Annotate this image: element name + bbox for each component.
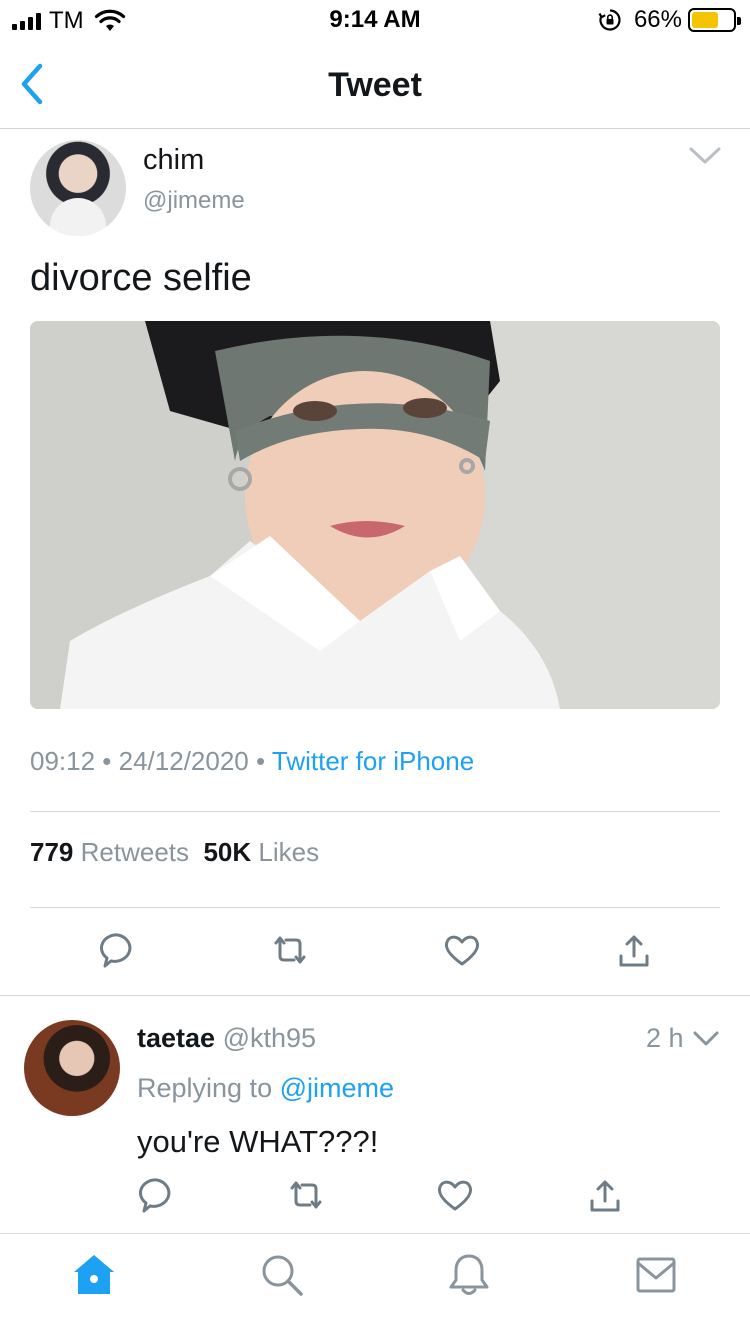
notifications-icon[interactable] xyxy=(446,1252,492,1298)
tweet-photo[interactable] xyxy=(30,321,720,709)
tweet-stats: 779 Retweets 50K Likes xyxy=(30,837,319,868)
photo-illustration xyxy=(30,321,720,709)
tweet-meta: 09:12 • 24/12/2020 • Twitter for iPhone xyxy=(30,746,474,777)
replying-prefix: Replying to xyxy=(137,1073,280,1103)
battery-fill xyxy=(692,12,719,28)
tweet-text: divorce selfie xyxy=(30,257,252,299)
reply-author-name[interactable]: taetae xyxy=(137,1023,215,1053)
tweet-time: 09:12 xyxy=(30,746,96,776)
reply-text: you're WHAT???! xyxy=(137,1124,379,1159)
battery-percent: 66% xyxy=(633,6,682,33)
author-handle[interactable]: @jimeme xyxy=(143,187,245,215)
tab-bar xyxy=(0,1233,750,1334)
nav-header: Tweet xyxy=(0,40,750,129)
replying-mention-link[interactable]: @jimeme xyxy=(280,1073,394,1103)
home-icon[interactable] xyxy=(71,1252,117,1298)
page-title: Tweet xyxy=(328,66,422,104)
search-icon[interactable] xyxy=(259,1252,305,1298)
battery-icon xyxy=(688,8,741,32)
messages-icon[interactable] xyxy=(633,1252,679,1298)
battery-cap xyxy=(737,17,741,25)
retweet-icon[interactable] xyxy=(286,1175,326,1215)
likes-label[interactable]: Likes xyxy=(258,837,319,867)
status-right: 66% xyxy=(598,6,741,34)
share-icon[interactable] xyxy=(614,932,654,972)
replying-to: Replying to @jimeme xyxy=(137,1073,394,1104)
tweet-client-link[interactable]: Twitter for iPhone xyxy=(272,746,474,776)
retweets-count[interactable]: 779 xyxy=(30,837,73,867)
chevron-down-icon[interactable] xyxy=(692,1030,720,1048)
meta-separator: • xyxy=(248,746,272,776)
likes-count[interactable]: 50K xyxy=(203,837,251,867)
chevron-down-icon[interactable] xyxy=(688,145,722,167)
like-icon[interactable] xyxy=(442,930,482,970)
reply-header: taetae @kth95 xyxy=(137,1023,316,1054)
divider xyxy=(30,907,720,908)
author-name[interactable]: chim xyxy=(143,144,204,177)
reply-time: 2 h xyxy=(646,1023,684,1053)
divider xyxy=(30,811,720,812)
divider xyxy=(0,995,750,996)
rotation-lock-icon xyxy=(598,9,621,31)
reply-avatar[interactable] xyxy=(24,1020,120,1116)
like-icon[interactable] xyxy=(435,1175,475,1215)
retweets-label[interactable]: Retweets xyxy=(81,837,189,867)
avatar[interactable] xyxy=(30,140,126,236)
reply-icon[interactable] xyxy=(137,1175,177,1215)
share-icon[interactable] xyxy=(585,1177,625,1217)
status-bar: TM 9:14 AM 66% xyxy=(0,0,750,40)
retweet-icon[interactable] xyxy=(270,930,310,970)
reply-icon[interactable] xyxy=(98,930,138,970)
reply-author-handle[interactable]: @kth95 xyxy=(223,1023,316,1053)
tweet-date: 24/12/2020 xyxy=(118,746,249,776)
meta-separator: • xyxy=(95,746,119,776)
